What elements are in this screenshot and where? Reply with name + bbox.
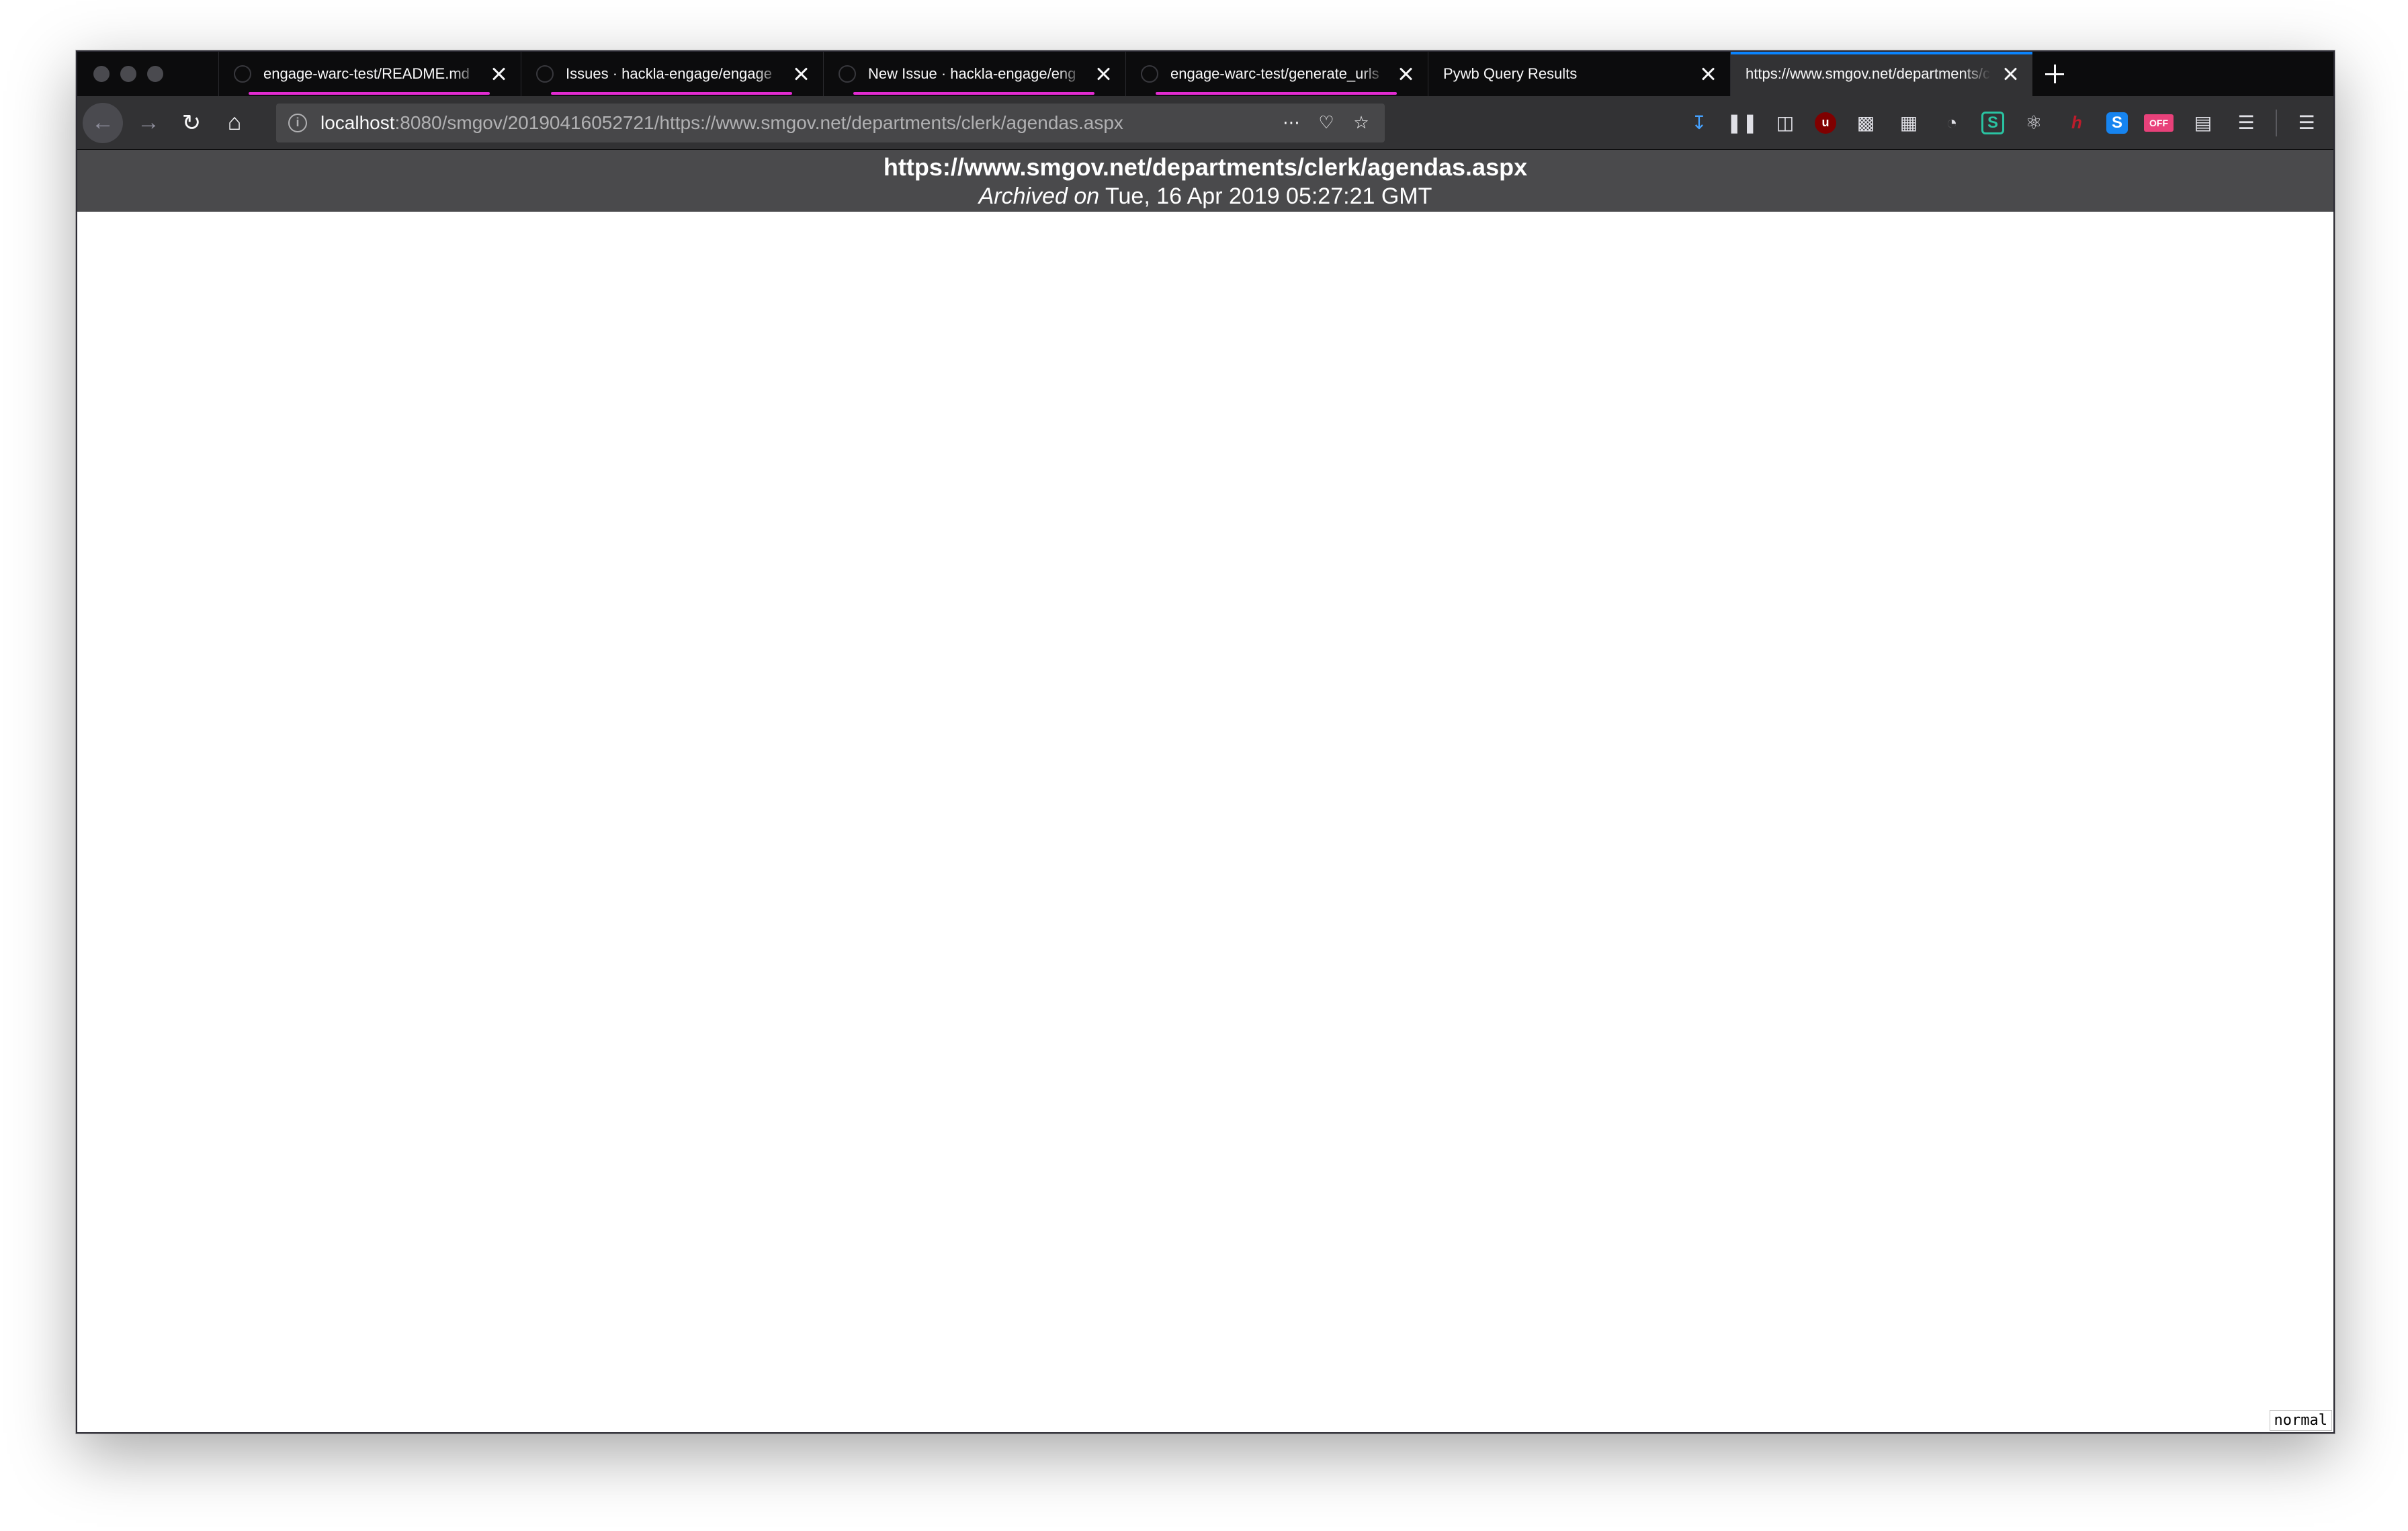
hamburger-menu-icon[interactable]: ☰	[2293, 110, 2320, 136]
site-info-icon[interactable]: i	[288, 113, 307, 132]
forward-arrow-icon[interactable]: →	[131, 106, 166, 140]
home-icon[interactable]: ⌂	[217, 106, 252, 140]
tab-loading-indicator	[853, 92, 1094, 95]
tab-loading-indicator	[551, 92, 792, 95]
tab-title: engage-warc-test/README.md	[263, 65, 470, 82]
bookmark-star-icon[interactable]: ☆	[1350, 112, 1373, 133]
window-controls	[77, 52, 218, 96]
tab-title: Issues · hackla-engage/engage	[566, 65, 772, 82]
tab-title: engage-warc-test/generate_urls	[1170, 65, 1379, 82]
close-window-button[interactable]	[93, 66, 110, 82]
archived-date: Tue, 16 Apr 2019 05:27:21 GMT	[1105, 183, 1432, 209]
archived-prefix: Archived on	[978, 183, 1100, 209]
tab-generate-urls[interactable]: engage-warc-test/generate_urls	[1125, 52, 1428, 96]
screenshot-icon[interactable]: ▩	[1852, 110, 1879, 136]
s-extension-icon[interactable]: S	[1981, 111, 2004, 134]
tab-loading-indicator	[1156, 92, 1397, 95]
page-content: normal	[77, 212, 2333, 1432]
back-arrow-icon[interactable]: ←	[83, 102, 123, 143]
url-text[interactable]: localhost:8080/smgov/20190416052721/http…	[320, 112, 1268, 134]
pie-icon[interactable]: ◔	[1938, 110, 1965, 136]
tab-title: New Issue · hackla-engage/eng	[868, 65, 1076, 82]
s-blue-extension-icon[interactable]: S	[2106, 112, 2128, 134]
close-tab-icon[interactable]	[2000, 64, 2020, 84]
archive-banner: https://www.smgov.net/departments/clerk/…	[77, 150, 2333, 212]
url-path: :8080/smgov/20190416052721/https://www.s…	[394, 112, 1123, 133]
close-tab-icon[interactable]	[1093, 64, 1113, 84]
archived-url: https://www.smgov.net/departments/clerk/…	[883, 153, 1528, 181]
tab-loading-icon	[838, 65, 856, 83]
zoom-window-button[interactable]	[147, 66, 163, 82]
tab-issues[interactable]: Issues · hackla-engage/engage	[521, 52, 823, 96]
url-host: localhost	[320, 112, 395, 133]
close-tab-icon[interactable]	[791, 64, 811, 84]
grid-icon[interactable]: ▦	[1895, 110, 1922, 136]
close-tab-icon[interactable]	[1395, 64, 1416, 84]
reload-icon[interactable]: ↻	[174, 106, 209, 140]
tab-strip: engage-warc-test/README.md Issues · hack…	[77, 52, 2333, 96]
close-tab-icon[interactable]	[1698, 64, 1718, 84]
off-extension-icon[interactable]: OFF	[2144, 114, 2174, 132]
minimize-window-button[interactable]	[120, 66, 136, 82]
library-icon[interactable]: ❚❚	[1727, 110, 1758, 136]
new-tab-icon[interactable]	[2032, 52, 2077, 96]
browser-window: engage-warc-test/README.md Issues · hack…	[76, 50, 2335, 1434]
tab-smgov-active[interactable]: https://www.smgov.net/departments/clerk	[1730, 52, 2032, 96]
tab-loading-icon	[234, 65, 251, 83]
ublock-icon[interactable]: u	[1815, 112, 1836, 134]
react-devtools-icon[interactable]: ⚛	[2020, 110, 2047, 136]
tab-readme[interactable]: engage-warc-test/README.md	[218, 52, 521, 96]
archived-date-line: Archived on Tue, 16 Apr 2019 05:27:21 GM…	[77, 182, 2333, 210]
page-actions-icon[interactable]: ⋯	[1280, 112, 1303, 133]
hypothesis-icon[interactable]: h	[2063, 110, 2090, 136]
navigation-toolbar: ← → ↻ ⌂ i localhost:8080/smgov/201904160…	[77, 96, 2333, 150]
tab-loading-icon	[536, 65, 554, 83]
mode-badge: normal	[2269, 1410, 2332, 1431]
url-bar[interactable]: i localhost:8080/smgov/20190416052721/ht…	[276, 103, 1385, 142]
ruler-icon[interactable]: ☰	[2233, 110, 2260, 136]
tab-title: Pywb Query Results	[1443, 65, 1578, 82]
reader-icon[interactable]: ▤	[2190, 110, 2217, 136]
tab-loading-icon	[1141, 65, 1158, 83]
close-tab-icon[interactable]	[488, 64, 509, 84]
tab-new-issue[interactable]: New Issue · hackla-engage/eng	[823, 52, 1125, 96]
tab-loading-indicator	[249, 92, 490, 95]
download-icon[interactable]: ↧	[1686, 110, 1713, 136]
sidebar-icon[interactable]: ◫	[1772, 110, 1799, 136]
toolbar-icons: ↧ ❚❚ ◫ u ▩ ▦ ◔ S ⚛ h S OFF ▤ ☰ ☰	[1686, 109, 2333, 136]
tab-pywb-results[interactable]: Pywb Query Results	[1428, 52, 1730, 96]
tab-title: https://www.smgov.net/departments/clerk	[1746, 65, 1991, 82]
pocket-icon[interactable]: ♡	[1315, 112, 1338, 133]
toolbar-separator	[2276, 109, 2277, 136]
